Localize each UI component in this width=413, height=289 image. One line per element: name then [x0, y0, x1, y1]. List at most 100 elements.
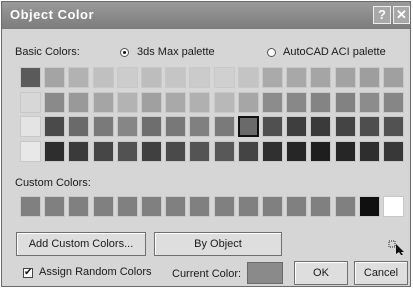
custom-color-swatch[interactable] — [334, 196, 356, 217]
custom-color-swatch[interactable] — [262, 196, 283, 217]
basic-color-swatch[interactable] — [262, 91, 283, 113]
custom-color-swatch[interactable] — [286, 196, 308, 217]
basic-color-swatch[interactable] — [189, 140, 211, 162]
basic-color-swatch[interactable] — [44, 116, 66, 137]
object-color-dialog: Object Color ? ✕ Basic Colors: 3ds Max p… — [1, 1, 411, 287]
basic-color-swatch[interactable] — [165, 116, 187, 137]
basic-color-swatch[interactable] — [334, 67, 356, 88]
basic-color-swatch[interactable] — [383, 116, 404, 137]
radio-3ds-max-palette[interactable] — [120, 48, 129, 57]
basic-color-swatch[interactable] — [20, 140, 41, 162]
assign-random-colors-label: Assign Random Colors — [39, 266, 152, 278]
basic-color-swatch[interactable] — [286, 67, 308, 88]
cancel-button[interactable]: Cancel — [354, 261, 408, 285]
basic-color-swatch[interactable] — [262, 67, 283, 88]
basic-color-swatch[interactable] — [237, 140, 259, 162]
basic-color-swatch[interactable] — [68, 67, 90, 88]
basic-color-swatch[interactable] — [20, 116, 41, 137]
custom-color-swatch[interactable] — [68, 196, 90, 217]
basic-color-swatch[interactable] — [262, 140, 283, 162]
basic-color-swatch[interactable] — [68, 140, 90, 162]
basic-color-swatch[interactable] — [165, 140, 187, 162]
custom-color-swatch[interactable] — [189, 196, 211, 217]
close-icon[interactable]: ✕ — [393, 6, 410, 24]
current-color-swatch — [247, 262, 283, 284]
basic-color-swatch[interactable] — [116, 116, 138, 137]
assign-random-colors-checkbox[interactable]: ✔ — [23, 268, 33, 278]
basic-color-swatch[interactable] — [116, 67, 138, 88]
custom-color-swatch[interactable] — [20, 196, 41, 217]
basic-color-swatch[interactable] — [237, 67, 259, 88]
by-object-button[interactable]: By Object — [154, 232, 282, 256]
basic-color-swatch[interactable] — [286, 91, 308, 113]
basic-color-swatch[interactable] — [213, 91, 235, 113]
basic-color-swatch[interactable] — [92, 140, 114, 162]
basic-color-swatch[interactable] — [44, 140, 66, 162]
basic-color-swatch[interactable] — [383, 91, 404, 113]
basic-color-swatch[interactable] — [44, 91, 66, 113]
basic-color-swatch[interactable] — [383, 67, 404, 88]
basic-color-swatch[interactable] — [213, 116, 235, 137]
radio-3ds-max-label: 3ds Max palette — [137, 46, 215, 58]
basic-color-swatch[interactable] — [116, 91, 138, 113]
custom-color-swatch[interactable] — [141, 196, 162, 217]
custom-colors-label: Custom Colors: — [15, 177, 91, 189]
basic-color-swatch[interactable] — [20, 91, 41, 113]
basic-color-swatch[interactable] — [310, 67, 332, 88]
basic-color-swatch[interactable] — [262, 116, 283, 137]
custom-color-swatch[interactable] — [116, 196, 138, 217]
radio-autocad-label: AutoCAD ACI palette — [283, 46, 386, 58]
title-bar: Object Color ? ✕ — [2, 2, 410, 29]
basic-color-swatch[interactable] — [92, 67, 114, 88]
basic-color-swatch[interactable] — [189, 91, 211, 113]
basic-color-swatch[interactable] — [141, 67, 162, 88]
custom-color-swatch[interactable] — [213, 196, 235, 217]
basic-color-swatch[interactable] — [383, 140, 404, 162]
basic-color-swatch[interactable] — [334, 116, 356, 137]
basic-color-swatch[interactable] — [286, 140, 308, 162]
basic-color-swatch[interactable] — [237, 116, 259, 137]
basic-color-swatch[interactable] — [213, 67, 235, 88]
custom-color-swatch[interactable] — [358, 196, 380, 217]
basic-color-swatch[interactable] — [92, 91, 114, 113]
basic-color-swatch[interactable] — [310, 91, 332, 113]
basic-colors-label: Basic Colors: — [15, 46, 80, 58]
basic-color-swatch[interactable] — [358, 91, 380, 113]
add-custom-colors-button[interactable]: Add Custom Colors... — [16, 232, 146, 256]
help-icon[interactable]: ? — [373, 6, 391, 24]
custom-color-swatch[interactable] — [44, 196, 66, 217]
custom-color-swatch[interactable] — [165, 196, 187, 217]
basic-color-swatch[interactable] — [334, 91, 356, 113]
basic-color-swatch[interactable] — [116, 140, 138, 162]
basic-color-swatch[interactable] — [358, 67, 380, 88]
basic-color-swatch[interactable] — [310, 116, 332, 137]
basic-color-swatch[interactable] — [286, 116, 308, 137]
basic-color-swatch[interactable] — [310, 140, 332, 162]
basic-color-swatch[interactable] — [358, 140, 380, 162]
basic-color-swatch[interactable] — [237, 91, 259, 113]
dialog-title: Object Color — [10, 7, 95, 22]
basic-color-swatch[interactable] — [165, 91, 187, 113]
custom-color-swatch[interactable] — [383, 196, 404, 217]
basic-color-swatch[interactable] — [141, 116, 162, 137]
custom-color-swatch[interactable] — [237, 196, 259, 217]
basic-color-swatch[interactable] — [92, 116, 114, 137]
basic-color-swatch[interactable] — [68, 91, 90, 113]
basic-color-swatch[interactable] — [20, 67, 41, 88]
basic-color-swatch[interactable] — [44, 67, 66, 88]
custom-color-swatch[interactable] — [92, 196, 114, 217]
basic-color-swatch[interactable] — [68, 116, 90, 137]
basic-color-swatch[interactable] — [141, 91, 162, 113]
current-color-label: Current Color: — [172, 268, 242, 280]
basic-color-swatch[interactable] — [358, 116, 380, 137]
eyedropper-icon[interactable] — [388, 237, 406, 255]
basic-color-swatch[interactable] — [189, 67, 211, 88]
basic-color-swatch[interactable] — [334, 140, 356, 162]
basic-color-swatch[interactable] — [213, 140, 235, 162]
ok-button[interactable]: OK — [294, 261, 348, 285]
basic-color-swatch[interactable] — [189, 116, 211, 137]
custom-color-swatch[interactable] — [310, 196, 332, 217]
radio-autocad-aci-palette[interactable] — [267, 48, 276, 57]
basic-color-swatch[interactable] — [141, 140, 162, 162]
basic-color-swatch[interactable] — [165, 67, 187, 88]
